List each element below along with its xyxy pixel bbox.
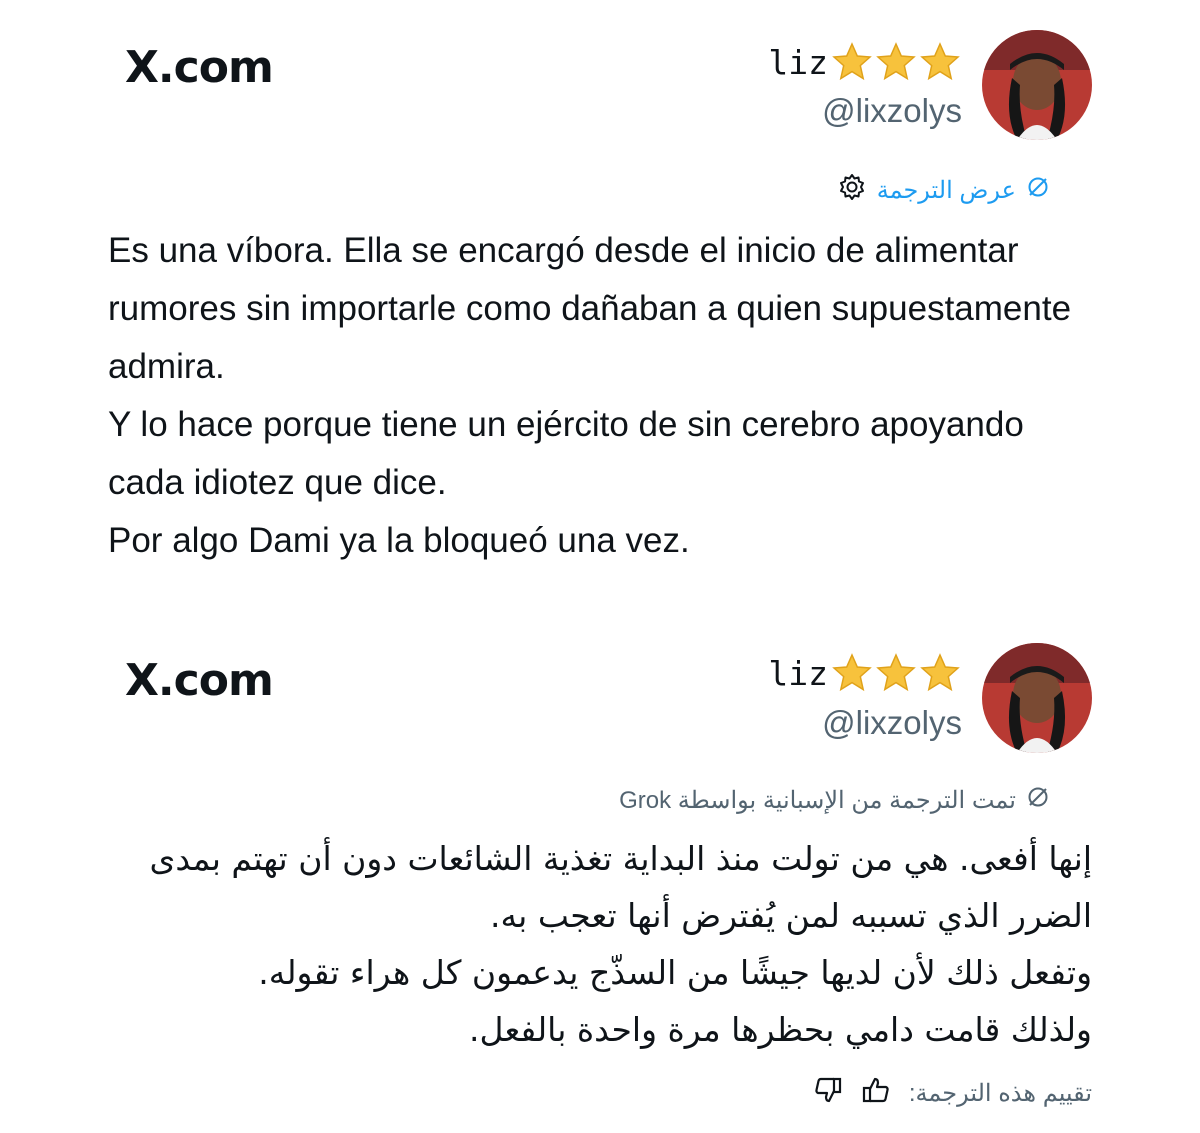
star-icon [920,42,960,82]
translation-note: تمت الترجمة من الإسبانية بواسطة Grok [619,787,1016,814]
show-translation-row[interactable]: عرض الترجمة [837,172,1050,209]
translate-icon [1026,785,1050,816]
translate-icon [1026,175,1050,206]
author-handle[interactable]: @lixzolys [822,704,962,742]
avatar[interactable] [982,30,1092,140]
post-text: Es una víbora. Ella se encargó desde el … [108,222,1108,570]
post-paragraph: Y lo hace porque tiene un ejército de si… [108,405,1024,502]
post-card-original: X.com liz @lixzolys عرض الترجمة Es una v… [0,0,1200,600]
author-name[interactable]: liz [768,654,828,693]
post-paragraph: Es una víbora. Ella se encargó desde el … [108,231,1072,386]
author-name[interactable]: liz [768,43,828,82]
translation-note-row: تمت الترجمة من الإسبانية بواسطة Grok [619,785,1050,816]
show-translation-link[interactable]: عرض الترجمة [877,176,1016,205]
author-name-row[interactable]: liz [768,653,960,693]
site-logo[interactable]: X.com [125,42,274,93]
translated-post-text: إنها أفعى. هي من تولت منذ البداية تغذية … [92,830,1093,1058]
star-icon [920,653,960,693]
avatar[interactable] [982,643,1092,753]
rate-translation-label: تقييم هذه الترجمة: [908,1080,1092,1107]
site-logo[interactable]: X.com [125,655,274,706]
post-card-translated: X.com liz @lixzolys تمت الترجمة من الإسب… [0,615,1200,1133]
post-paragraph: إنها أفعى. هي من تولت منذ البداية تغذية … [149,839,1093,935]
star-icon [876,42,916,82]
author-handle[interactable]: @lixzolys [822,92,962,130]
star-icon [832,653,872,693]
rate-translation-row: تقييم هذه الترجمة: [813,1075,1092,1112]
thumbs-up-icon[interactable] [861,1075,891,1112]
gear-icon[interactable] [837,172,867,209]
post-paragraph: وتفعل ذلك لأن لديها جيشًا من السذّج يدعم… [258,953,1092,992]
author-name-row[interactable]: liz [768,42,960,82]
star-icon [832,42,872,82]
post-paragraph: ولذلك قامت دامي بحظرها مرة واحدة بالفعل. [469,1010,1092,1049]
thumbs-down-icon[interactable] [813,1075,843,1112]
star-icon [876,653,916,693]
post-paragraph: Por algo Dami ya la bloqueó una vez. [108,521,690,560]
